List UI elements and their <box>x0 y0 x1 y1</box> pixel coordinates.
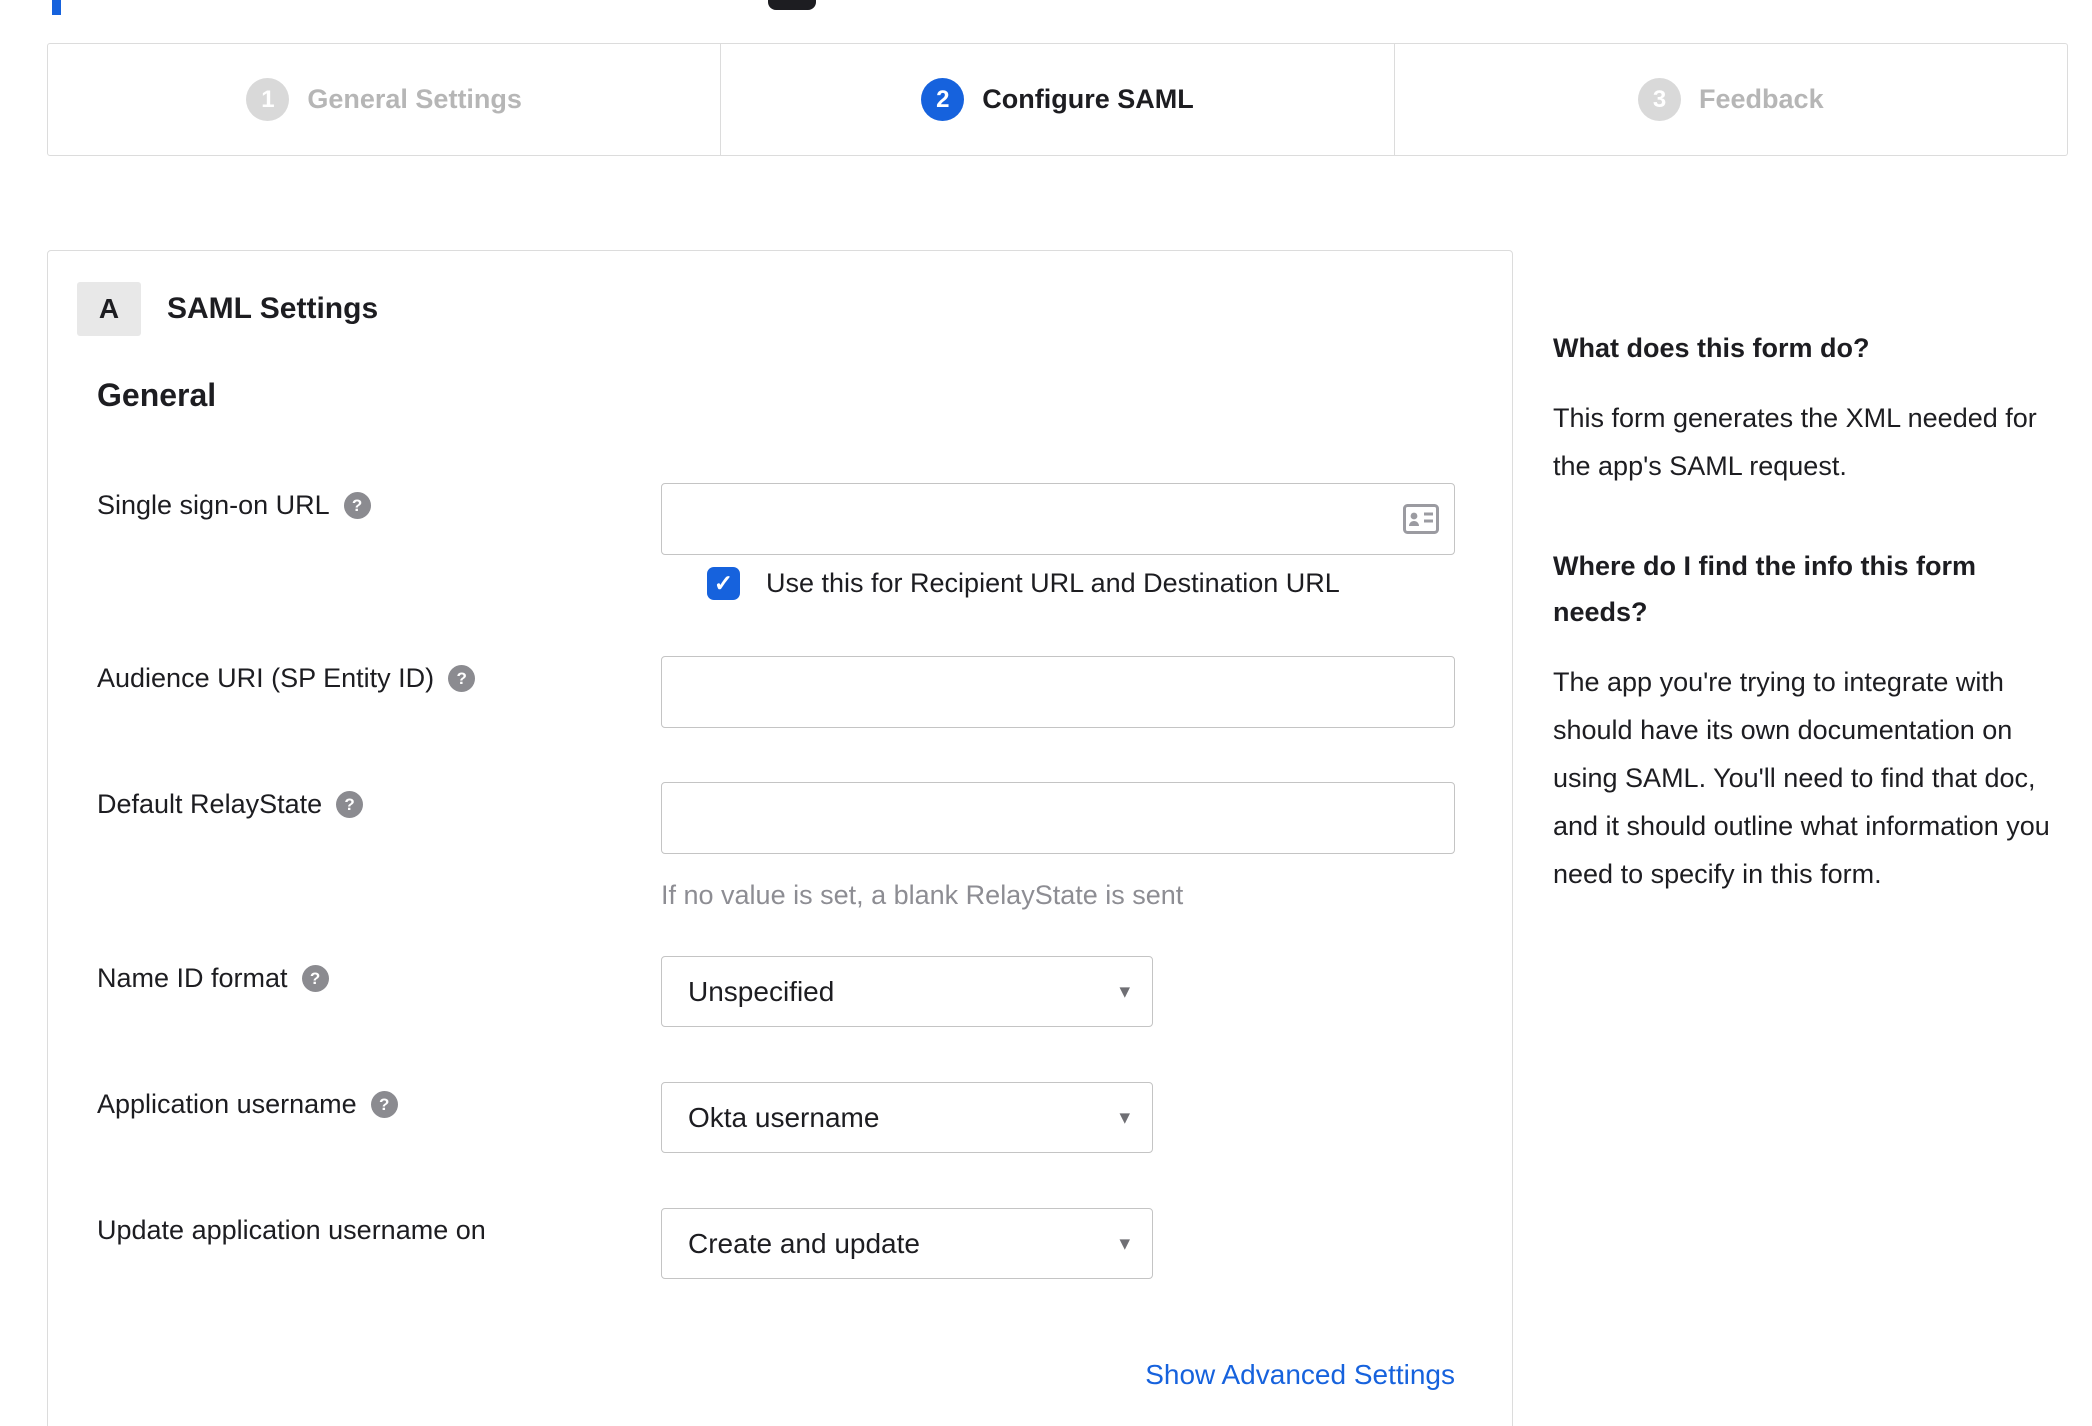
relay-state-label-text: Default RelayState <box>97 789 323 819</box>
relay-state-label: Default RelayState ? <box>97 789 364 820</box>
name-id-format-value: Unspecified <box>688 975 835 1007</box>
show-advanced-settings-link[interactable]: Show Advanced Settings <box>1145 1359 1455 1391</box>
saml-settings-panel: A SAML Settings General Single sign-on U… <box>47 250 1513 1426</box>
help-icon[interactable]: ? <box>370 1091 398 1118</box>
chevron-down-icon: ▾ <box>1119 980 1130 1003</box>
step-number-badge: 2 <box>921 78 965 121</box>
audience-uri-label-text: Audience URI (SP Entity ID) <box>97 663 435 693</box>
name-id-format-label: Name ID format ? <box>97 963 329 994</box>
help-body-what: This form generates the XML needed for t… <box>1553 402 2037 481</box>
recipient-url-checkbox-label[interactable]: Use this for Recipient URL and Destinati… <box>766 568 1340 599</box>
help-icon[interactable]: ? <box>448 665 476 692</box>
help-icon[interactable]: ? <box>343 492 371 519</box>
name-id-format-select[interactable]: Unspecified ▾ <box>661 956 1153 1027</box>
group-title-general: General <box>97 377 217 413</box>
update-username-select[interactable]: Create and update ▾ <box>661 1208 1153 1279</box>
update-username-label-text: Update application username on <box>97 1215 486 1245</box>
step-label: General Settings <box>307 84 522 114</box>
step-configure-saml[interactable]: 2 Configure SAML <box>721 44 1395 155</box>
help-heading-where: Where do I find the info this form needs… <box>1553 550 1976 627</box>
contact-card-icon[interactable] <box>1403 504 1439 534</box>
help-icon[interactable]: ? <box>336 791 364 818</box>
name-id-format-label-text: Name ID format <box>97 963 288 993</box>
app-username-label-text: Application username <box>97 1089 357 1119</box>
recipient-url-checkbox[interactable]: ✓ <box>707 567 740 600</box>
recipient-url-checkbox-row: ✓ Use this for Recipient URL and Destina… <box>707 567 1340 600</box>
chevron-down-icon: ▾ <box>1119 1106 1130 1129</box>
step-general-settings[interactable]: 1 General Settings <box>48 44 722 155</box>
relay-state-hint: If no value is set, a blank RelayState i… <box>661 880 1184 910</box>
help-heading-what: What does this form do? <box>1553 333 1870 363</box>
section-a-badge: A <box>77 282 141 336</box>
app-username-value: Okta username <box>688 1101 880 1133</box>
chevron-down-icon: ▾ <box>1119 1232 1130 1255</box>
wizard-stepper: 1 General Settings 2 Configure SAML 3 Fe… <box>47 43 2068 156</box>
app-username-select[interactable]: Okta username ▾ <box>661 1082 1153 1153</box>
help-icon[interactable]: ? <box>301 965 329 992</box>
step-number-badge: 1 <box>246 78 290 121</box>
step-number-badge: 3 <box>1638 78 1682 121</box>
audience-uri-label: Audience URI (SP Entity ID) ? <box>97 663 476 694</box>
sso-url-input[interactable] <box>661 483 1455 555</box>
sso-url-label-text: Single sign-on URL <box>97 490 330 520</box>
update-username-value: Create and update <box>688 1227 920 1259</box>
update-username-label: Update application username on <box>97 1215 486 1246</box>
help-body-where: The app you're trying to integrate with … <box>1553 666 2050 889</box>
step-feedback[interactable]: 3 Feedback <box>1395 44 2067 155</box>
step-label: Configure SAML <box>982 84 1194 114</box>
help-sidebar: What does this form do? This form genera… <box>1553 326 2069 952</box>
app-logo-fragment <box>768 0 816 10</box>
relay-state-input[interactable] <box>661 782 1455 854</box>
app-username-label: Application username ? <box>97 1089 398 1120</box>
sso-url-label: Single sign-on URL ? <box>97 490 371 521</box>
step-label: Feedback <box>1699 84 1824 114</box>
page-title-fragment <box>52 0 61 15</box>
audience-uri-input[interactable] <box>661 656 1455 728</box>
section-title: SAML Settings <box>167 292 379 325</box>
